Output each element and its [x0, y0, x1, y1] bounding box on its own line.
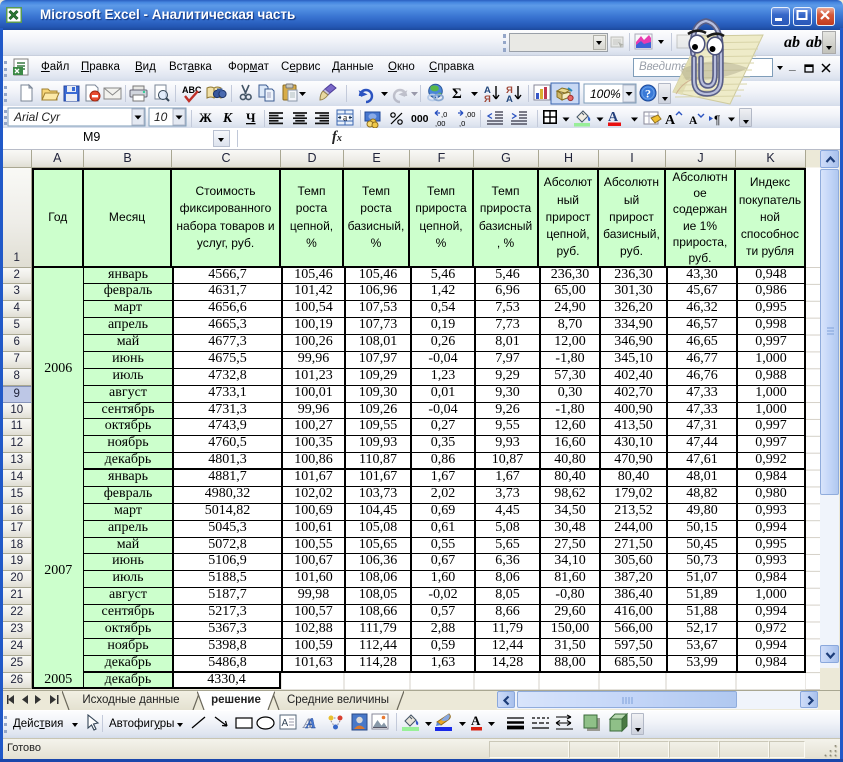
- svg-text:ABC: ABC: [182, 85, 202, 95]
- svg-text:000: 000: [411, 113, 429, 125]
- svg-text:,00: ,00: [465, 110, 475, 119]
- svg-text:ab: ab: [806, 34, 822, 51]
- svg-text:A: A: [305, 716, 316, 732]
- svg-text:Σ: Σ: [452, 86, 462, 102]
- svg-text:,0: ,0: [441, 110, 447, 119]
- svg-text:Ч: Ч: [246, 110, 256, 125]
- svg-text:?: ?: [645, 87, 651, 101]
- svg-text:¶: ¶: [714, 113, 720, 127]
- svg-text:A: A: [665, 113, 676, 128]
- svg-text:А: А: [471, 713, 481, 728]
- svg-text:Arial Cyr: Arial Cyr: [13, 110, 61, 124]
- svg-text:А: А: [282, 718, 289, 729]
- svg-text:А: А: [506, 94, 513, 105]
- svg-text:,0: ,0: [459, 119, 465, 128]
- svg-text:ab: ab: [784, 34, 800, 51]
- svg-text:Я: Я: [484, 94, 491, 105]
- svg-text:100%: 100%: [590, 87, 621, 101]
- svg-text:,00: ,00: [435, 119, 445, 128]
- svg-text:A: A: [689, 115, 698, 127]
- svg-text:Ж: Ж: [199, 110, 212, 125]
- svg-text:10: 10: [154, 110, 168, 124]
- svg-text:К: К: [222, 110, 233, 125]
